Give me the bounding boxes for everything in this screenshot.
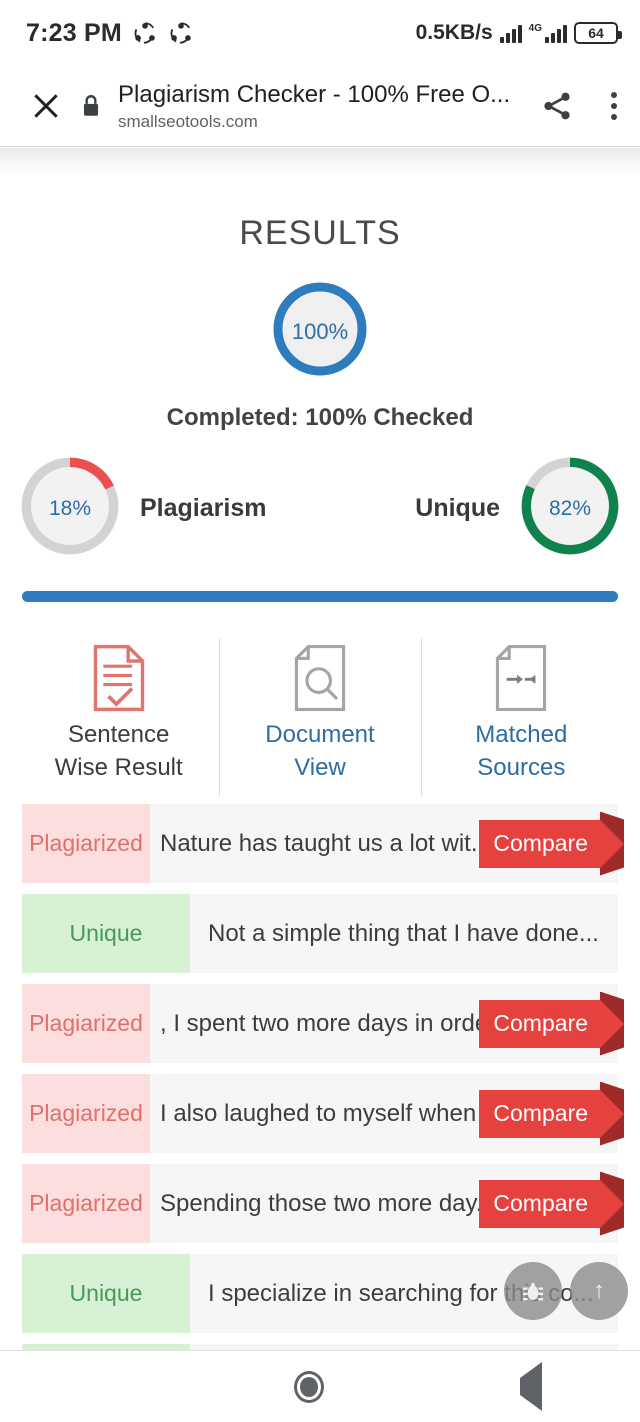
plagiarism-gauge: 18% <box>18 454 122 563</box>
plagiarism-gauge-group: 18% Plagiarism <box>18 454 266 563</box>
compare-arrow-tip <box>600 819 624 868</box>
page-host: smallseotools.com <box>118 111 258 131</box>
tab-label-line2: Wise Result <box>54 754 183 781</box>
sentence-status-badge: Unique <box>22 894 190 973</box>
plagiarism-gauge-value: 18% <box>48 496 92 520</box>
compare-arrow-tip <box>600 999 624 1048</box>
scroll-to-top-button[interactable]: ↑ <box>570 1262 628 1320</box>
unique-gauge-value: 82% <box>548 496 592 520</box>
sentence-status-badge: Plagiarized <box>22 804 150 883</box>
network-type-label: 4G <box>528 23 542 34</box>
completion-gauge-value: 100% <box>291 318 349 344</box>
share-button[interactable] <box>526 89 588 123</box>
tab-label: Sentence Wise Result <box>55 718 183 784</box>
status-bar-right: 0.5KB/s 4G 64 <box>415 0 622 66</box>
signal-bars-icon: 4G <box>529 23 567 43</box>
close-icon <box>34 94 58 118</box>
plagiarism-label: Plagiarism <box>140 494 267 522</box>
bug-icon <box>522 1282 544 1301</box>
results-heading: RESULTS <box>239 214 401 252</box>
close-tab-button[interactable] <box>18 90 74 122</box>
completion-gauge: 100% <box>270 279 370 384</box>
page-content: RESULTS 100% Completed: 100% Checked 18% <box>0 176 640 1422</box>
document-check-icon <box>93 644 144 712</box>
browser-toolbar: Plagiarism Checker - 100% Free O... smal… <box>0 66 640 147</box>
tab-label-line2: View <box>294 754 346 781</box>
overflow-menu-button[interactable] <box>588 92 640 120</box>
tab-sentence-wise-result[interactable]: Sentence Wise Result <box>18 638 219 798</box>
tab-label-line2: Sources <box>477 754 566 781</box>
document-search-icon <box>294 645 346 711</box>
battery-level: 64 <box>588 25 604 41</box>
shareit-icon <box>170 22 191 44</box>
toolbar-shadow-band <box>0 148 640 176</box>
compare-button-label: Compare <box>479 999 600 1048</box>
network-speed: 0.5KB/s <box>415 21 493 44</box>
compare-button[interactable]: Compare <box>479 811 624 876</box>
shareit-icon <box>134 22 155 44</box>
share-icon <box>544 92 570 120</box>
view-tabs: Sentence Wise Result Document View Match… <box>0 638 640 798</box>
compare-button[interactable]: Compare <box>479 1081 624 1146</box>
tab-label-line1: Sentence <box>67 721 170 748</box>
nav-back-button[interactable] <box>520 1361 542 1411</box>
compare-arrow-tip <box>600 1089 624 1138</box>
compare-button[interactable]: Compare <box>479 1171 624 1236</box>
tab-label-line1: Matched <box>475 721 568 748</box>
sentence-row[interactable]: Plagiarized I also laughed to myself when… <box>22 1074 624 1153</box>
back-triangle-icon <box>520 1361 542 1411</box>
sentence-status-badge: Plagiarized <box>22 984 150 1063</box>
completion-progress-bar <box>22 591 618 602</box>
sentence-row[interactable]: Unique Not a simple thing that I have don… <box>22 894 618 973</box>
sentence-row[interactable]: Plagiarized Nature has taught us a lot wi… <box>22 804 624 883</box>
battery-icon: 64 <box>574 22 622 44</box>
sentence-row[interactable]: Plagiarized, I spent two more days in or… <box>22 984 624 1063</box>
compare-button[interactable]: Compare <box>479 991 624 1056</box>
unique-label: Unique <box>415 494 500 522</box>
url-bar[interactable]: Plagiarism Checker - 100% Free O... smal… <box>118 80 526 133</box>
arrow-up-icon: ↑ <box>593 1277 605 1304</box>
tab-document-view[interactable]: Document View <box>219 638 420 798</box>
android-nav-bar <box>0 1350 640 1422</box>
nav-home-button[interactable] <box>294 1370 324 1403</box>
status-bar-left: 7:23 PM <box>0 19 194 48</box>
overflow-menu-icon <box>611 92 617 120</box>
compare-button-label: Compare <box>479 819 600 868</box>
tab-label: Matched Sources <box>475 718 567 784</box>
main-gauge-wrap: 100% <box>0 279 640 384</box>
tab-label-line1: Document <box>265 721 375 748</box>
tab-label: Document View <box>265 718 374 784</box>
unique-gauge: 82% <box>518 454 622 563</box>
phone-screen: 7:23 PM 0.5KB/s 4G 64 Plagiarism Checker… <box>0 0 640 1422</box>
sentence-status-badge: Plagiarized <box>22 1074 150 1153</box>
tab-matched-sources[interactable]: Matched Sources <box>420 638 622 798</box>
lock-icon <box>83 95 99 116</box>
compare-button-label: Compare <box>479 1179 600 1228</box>
unique-gauge-group: Unique 82% <box>415 454 622 563</box>
signal-bars-icon <box>499 23 522 43</box>
sentence-status-badge: Unique <box>22 1254 190 1333</box>
status-time: 7:23 PM <box>26 18 122 47</box>
compare-button-label: Compare <box>479 1089 600 1138</box>
sentence-row[interactable]: Plagiarized Spending those two more day..… <box>22 1164 624 1243</box>
sentence-status-badge: Plagiarized <box>22 1164 150 1243</box>
score-gauges: 18% Plagiarism Unique 82% <box>0 454 640 563</box>
document-compare-icon <box>496 645 547 711</box>
compare-arrow-tip <box>600 1179 624 1228</box>
status-bar: 7:23 PM 0.5KB/s 4G 64 <box>0 0 640 66</box>
site-security-button[interactable] <box>74 93 108 119</box>
sentence-text: Not a simple thing that I have done... <box>208 919 599 947</box>
home-circle-icon <box>294 1370 324 1403</box>
sentence-results-list: Plagiarized Nature has taught us a lot wi… <box>0 804 640 1422</box>
page-title: Plagiarism Checker - 100% Free O... <box>118 80 511 108</box>
completed-text: Completed: 100% Checked <box>166 404 474 431</box>
bug-report-button[interactable] <box>504 1262 562 1320</box>
